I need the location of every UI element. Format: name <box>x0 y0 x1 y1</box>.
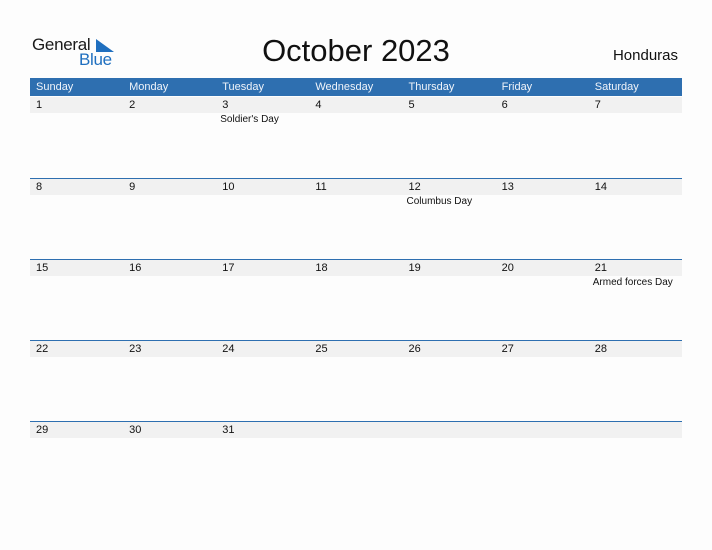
day-cell: 16 <box>123 260 216 341</box>
weekday-wednesday: Wednesday <box>315 81 374 93</box>
day-number: 19 <box>408 262 421 274</box>
country-label: Honduras <box>612 47 678 64</box>
holiday-label: Armed forces Day <box>592 277 673 288</box>
holiday-label: Columbus Day <box>406 196 473 207</box>
day-cell: 9 <box>123 179 216 260</box>
day-number: 20 <box>501 262 514 274</box>
day-number: 1 <box>36 99 43 111</box>
day-cell: 18 <box>309 260 402 341</box>
day-number: 7 <box>594 99 601 111</box>
week-row: 22 23 24 25 26 27 28 <box>30 340 682 421</box>
day-number: 30 <box>129 424 142 436</box>
day-cell: 14 <box>589 179 682 260</box>
day-cell: 8 <box>30 179 123 260</box>
day-number: 14 <box>594 181 607 193</box>
day-cell: 12 Columbus Day <box>403 179 496 260</box>
day-number: 27 <box>501 343 514 355</box>
day-cell: 5 <box>403 97 496 178</box>
day-cell: 27 <box>496 341 589 422</box>
day-number: 25 <box>315 343 328 355</box>
week-cells: 8 9 10 11 12 Columbus Day 13 14 <box>30 179 682 260</box>
week-cells: 1 2 3 Soldier's Day 4 5 6 7 <box>30 97 682 178</box>
day-number: 29 <box>36 424 49 436</box>
day-cell: 26 <box>403 341 496 422</box>
weekday-header: Sunday Monday Tuesday Wednesday Thursday… <box>30 78 682 96</box>
day-number: 12 <box>408 181 421 193</box>
day-cell: 25 <box>309 341 402 422</box>
day-cell: 10 <box>216 179 309 260</box>
day-cell <box>309 422 402 503</box>
day-cell <box>589 422 682 503</box>
day-cell <box>496 422 589 503</box>
day-number: 9 <box>129 181 136 193</box>
day-number: 31 <box>222 424 235 436</box>
day-cell: 11 <box>309 179 402 260</box>
day-number: 26 <box>408 343 421 355</box>
week-row: 15 16 17 18 19 20 21 Armed forces Day <box>30 259 682 340</box>
week-row: 1 2 3 Soldier's Day 4 5 6 7 <box>30 97 682 178</box>
day-cell <box>403 422 496 503</box>
day-number: 3 <box>222 99 229 111</box>
day-number: 13 <box>501 181 514 193</box>
week-row: 29 30 31 <box>30 421 682 502</box>
day-number: 4 <box>315 99 322 111</box>
day-number: 8 <box>36 181 43 193</box>
day-cell: 20 <box>496 260 589 341</box>
weekday-saturday: Saturday <box>594 81 639 93</box>
day-number: 18 <box>315 262 328 274</box>
day-cell: 3 Soldier's Day <box>216 97 309 178</box>
day-number: 5 <box>408 99 415 111</box>
day-cell: 30 <box>123 422 216 503</box>
weekday-sunday: Sunday <box>36 81 74 93</box>
day-cell: 22 <box>30 341 123 422</box>
week-cells: 15 16 17 18 19 20 21 Armed forces Day <box>30 260 682 341</box>
day-number: 2 <box>129 99 136 111</box>
day-cell: 4 <box>309 97 402 178</box>
day-cell: 28 <box>589 341 682 422</box>
day-number: 23 <box>129 343 142 355</box>
week-row: 8 9 10 11 12 Columbus Day 13 14 <box>30 178 682 259</box>
day-number: 21 <box>594 262 607 274</box>
day-number: 24 <box>222 343 235 355</box>
day-cell: 17 <box>216 260 309 341</box>
weekday-tuesday: Tuesday <box>222 81 265 93</box>
calendar-title: October 2023 <box>262 33 450 68</box>
weekday-thursday: Thursday <box>408 81 455 93</box>
week-cells: 22 23 24 25 26 27 28 <box>30 341 682 422</box>
weekday-friday: Friday <box>501 81 533 93</box>
day-cell: 1 <box>30 97 123 178</box>
day-cell: 29 <box>30 422 123 503</box>
day-cell: 2 <box>123 97 216 178</box>
day-cell: 24 <box>216 341 309 422</box>
day-number: 22 <box>36 343 49 355</box>
day-number: 6 <box>501 99 508 111</box>
week-cells: 29 30 31 <box>30 422 682 503</box>
day-cell: 21 Armed forces Day <box>589 260 682 341</box>
day-cell: 19 <box>403 260 496 341</box>
day-cell: 13 <box>496 179 589 260</box>
day-cell: 6 <box>496 97 589 178</box>
day-number: 16 <box>129 262 142 274</box>
weekday-monday: Monday <box>129 81 169 93</box>
day-cell: 23 <box>123 341 216 422</box>
day-number: 10 <box>222 181 235 193</box>
day-number: 15 <box>36 262 49 274</box>
day-cell: 31 <box>216 422 309 503</box>
day-number: 17 <box>222 262 235 274</box>
day-cell: 15 <box>30 260 123 341</box>
day-number: 28 <box>594 343 607 355</box>
holiday-label: Soldier's Day <box>220 114 279 125</box>
day-cell: 7 <box>589 97 682 178</box>
day-number: 11 <box>315 181 327 193</box>
